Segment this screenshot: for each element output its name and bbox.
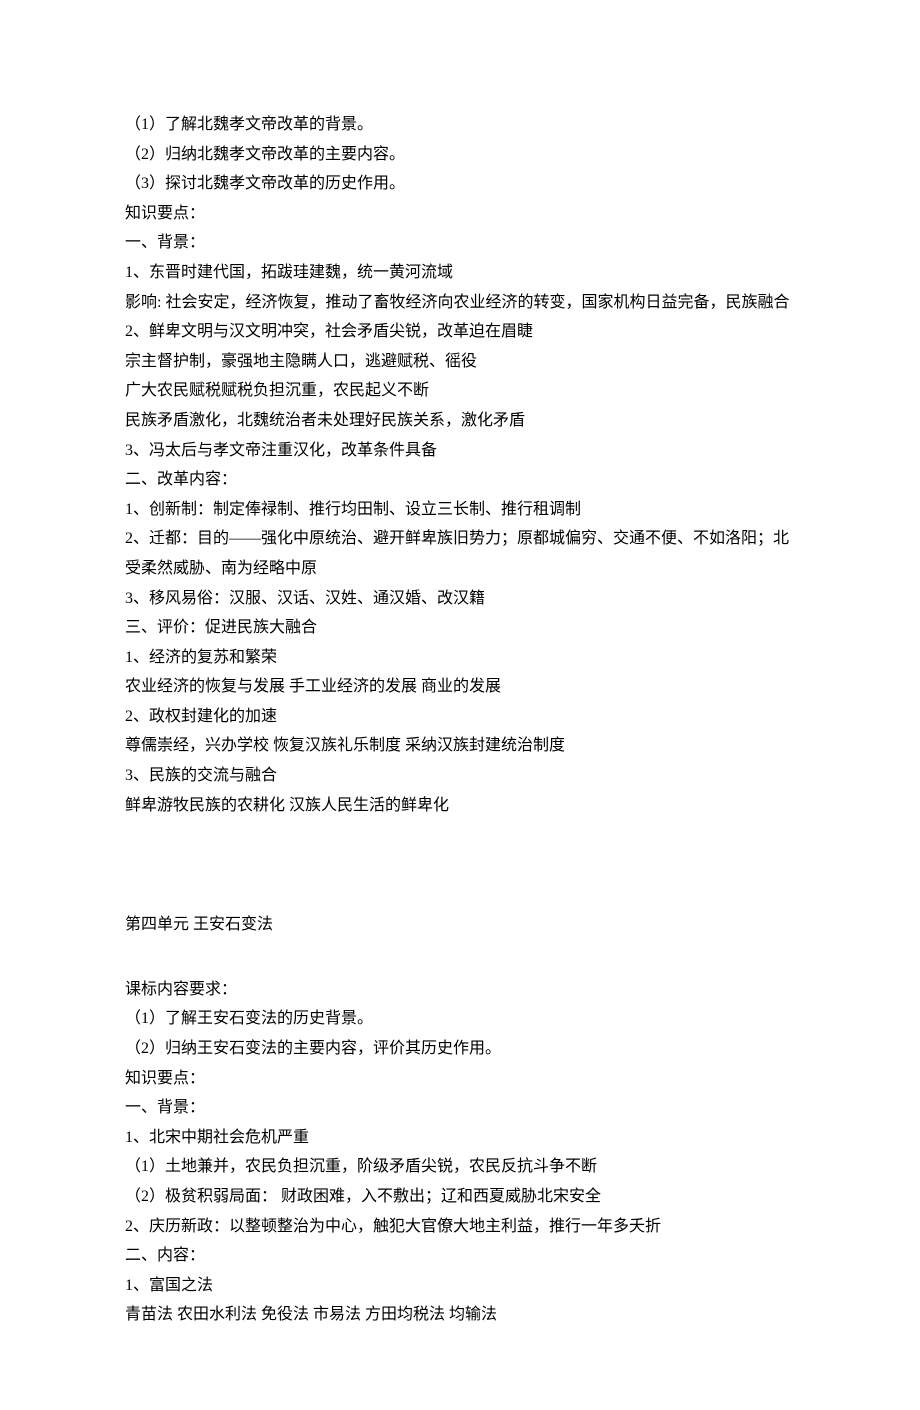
u3-eval-p3: 3、民族的交流与融合 [125,761,795,791]
u4-bg-p1b: （2）极贫积弱局面： 财政困难，入不敷出；辽和西夏威胁北宋安全 [125,1182,795,1212]
u3-content-title: 二、改革内容： [125,465,795,495]
u3-bg-p2b: 广大农民赋税赋税负担沉重，农民起义不断 [125,376,795,406]
u4-req-label: 课标内容要求： [125,975,795,1005]
u4-content-p1a: 青苗法 农田水利法 免役法 市易法 方田均税法 均输法 [125,1300,795,1330]
u4-req2: （2）归纳王安石变法的主要内容，评价其历史作用。 [125,1034,795,1064]
u3-eval-p1a: 农业经济的恢复与发展 手工业经济的发展 商业的发展 [125,672,795,702]
u3-bg-p2a: 宗主督护制，豪强地主隐瞒人口，逃避赋税、徭役 [125,347,795,377]
u3-bg-p1effect: 影响: 社会安定，经济恢复，推动了畜牧经济向农业经济的转变，国家机构日益完备，民… [125,288,795,318]
u4-bg-title: 一、背景： [125,1093,795,1123]
u3-content-p2: 2、迁都：目的——强化中原统治、避开鲜卑族旧势力；原都城偏穷、交通不便、不如洛阳… [125,524,795,583]
u3-eval-p2a: 尊儒崇经，兴办学校 恢复汉族礼乐制度 采纳汉族封建统治制度 [125,731,795,761]
u3-req3: （3）探讨北魏孝文帝改革的历史作用。 [125,169,795,199]
u3-req2: （2）归纳北魏孝文帝改革的主要内容。 [125,140,795,170]
u4-req1: （1）了解王安石变法的历史背景。 [125,1004,795,1034]
u3-content-p3: 3、移风易俗：汉服、汉话、汉姓、通汉婚、改汉籍 [125,584,795,614]
u3-eval-p1: 1、经济的复苏和繁荣 [125,643,795,673]
u4-bg-p2: 2、庆历新政：以整顿整治为中心，触犯大官僚大地主利益，推行一年多夭折 [125,1212,795,1242]
u3-eval-title: 三、评价：促进民族大融合 [125,613,795,643]
u4-bg-p1a: （1）土地兼并，农民负担沉重，阶级矛盾尖锐，农民反抗斗争不断 [125,1152,795,1182]
u3-bg-p1: 1、东晋时建代国，拓跋珪建魏，统一黄河流域 [125,258,795,288]
u4-content-title: 二、内容： [125,1241,795,1271]
u3-knowledge-label: 知识要点： [125,199,795,229]
u4-title: 第四单元 王安石变法 [125,910,795,940]
u3-bg-title: 一、背景： [125,228,795,258]
u3-bg-p2: 2、鲜卑文明与汉文明冲突，社会矛盾尖锐，改革迫在眉睫 [125,317,795,347]
u3-req1: （1）了解北魏孝文帝改革的背景。 [125,110,795,140]
u3-bg-p2c: 民族矛盾激化，北魏统治者未处理好民族关系，激化矛盾 [125,406,795,436]
u4-content-p1: 1、富国之法 [125,1271,795,1301]
u3-bg-p3: 3、冯太后与孝文帝注重汉化，改革条件具备 [125,436,795,466]
u3-eval-p3a: 鲜卑游牧民族的农耕化 汉族人民生活的鲜卑化 [125,791,795,821]
u4-knowledge-label: 知识要点： [125,1064,795,1094]
u4-bg-p1: 1、北宋中期社会危机严重 [125,1123,795,1153]
u3-eval-p2: 2、政权封建化的加速 [125,702,795,732]
u3-content-p1: 1、创新制：制定俸禄制、推行均田制、设立三长制、推行租调制 [125,495,795,525]
